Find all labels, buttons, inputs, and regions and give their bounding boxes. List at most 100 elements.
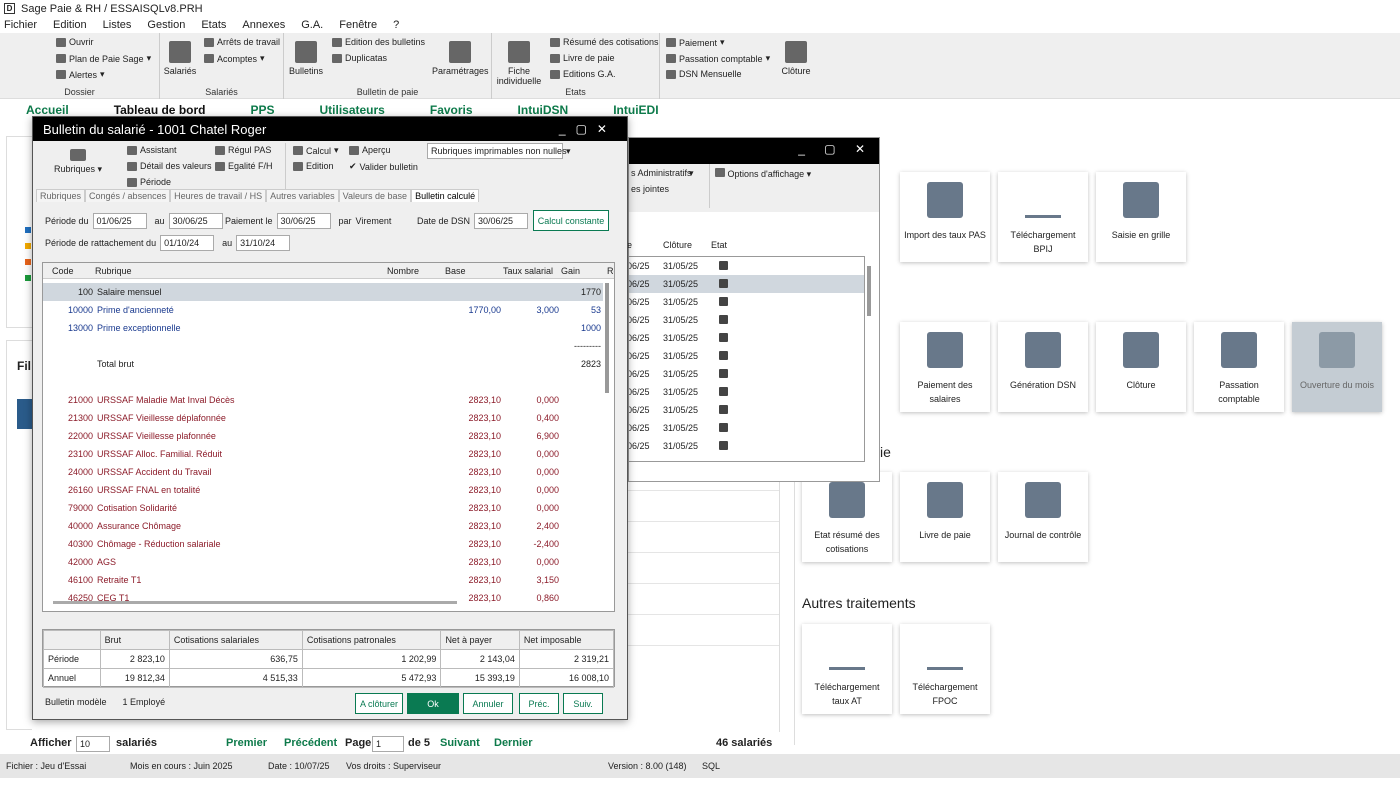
duplicatas-button[interactable]: Duplicatas — [332, 53, 387, 63]
bulletins-button[interactable]: Bulletins — [286, 41, 326, 76]
regul-pas-button[interactable]: Régul PAS — [215, 145, 271, 155]
edition-button[interactable]: Edition — [293, 161, 334, 171]
menu-ga[interactable]: G.A. — [301, 19, 323, 31]
table-row[interactable]: 46100 Retraite T1 2823,10 3,150 — [43, 571, 603, 589]
tab-valeurs-base[interactable]: Valeurs de base — [338, 189, 412, 202]
table-row[interactable]: 26160 URSSAF FNAL en totalité 2823,10 0,000 — [43, 481, 603, 499]
dernier-link[interactable]: Dernier — [494, 737, 533, 749]
table-row[interactable]: 40300 Chômage - Réduction salariale 2823,1… — [43, 535, 603, 553]
tab-autres-variables[interactable]: Autres variables — [266, 189, 339, 202]
print-icon[interactable] — [719, 351, 728, 360]
nav-pps[interactable]: PPS — [250, 103, 274, 117]
bgwin-scrollbar[interactable] — [867, 266, 871, 316]
table-row[interactable]: 13000 Prime exceptionnelle 1000 — [43, 319, 603, 337]
acomptes-button[interactable]: Acomptes ▾ — [204, 53, 265, 64]
tile-etat-resume-cotisations[interactable]: Etat résumé des cotisations — [802, 472, 892, 562]
table-row[interactable]: 100 Salaire mensuel 1770 — [43, 283, 603, 301]
table-row[interactable]: 06/25 31/05/25 — [629, 365, 864, 383]
table-row[interactable]: 06/25 31/05/25 — [629, 437, 864, 455]
menu-fichier[interactable]: Fichier — [4, 19, 37, 31]
menu-edition[interactable]: Edition — [53, 19, 87, 31]
calcul-button[interactable]: Calcul ▾ — [293, 145, 339, 156]
table-row[interactable]: Total brut 2823 — [43, 355, 603, 373]
editions-ga-button[interactable]: Editions G.A. — [550, 69, 616, 79]
nav-intuiedi[interactable]: IntuiEDI — [613, 103, 658, 117]
table-row[interactable]: 06/25 31/05/25 — [629, 293, 864, 311]
menu-help[interactable]: ? — [393, 19, 399, 31]
nav-intuidsn[interactable]: IntuiDSN — [518, 103, 569, 117]
print-icon[interactable] — [719, 369, 728, 378]
tile-telechargement-bpij[interactable]: Téléchargement BPIJ — [998, 172, 1088, 262]
plan-paie-button[interactable]: Plan de Paie Sage ▾ — [56, 53, 151, 64]
menu-gestion[interactable]: Gestion — [147, 19, 185, 31]
premier-link[interactable]: Premier — [226, 737, 267, 749]
page-size-select[interactable]: 10 — [76, 736, 110, 752]
table-row[interactable]: --------- — [43, 337, 603, 355]
precedent-link[interactable]: Précédent — [284, 737, 337, 749]
calcul-constante-button[interactable]: Calcul constante — [533, 210, 609, 231]
table-row[interactable]: 06/25 31/05/25 — [629, 383, 864, 401]
assistant-button[interactable]: Assistant — [127, 145, 177, 155]
tile-telechargement-fpoc[interactable]: Téléchargement FPOC — [900, 624, 990, 714]
table-row[interactable]: 79000 Cotisation Solidarité 2823,10 0,000 — [43, 499, 603, 517]
table-row[interactable]: 06/25 31/05/25 — [629, 275, 864, 293]
paiement-button[interactable]: Paiement ▾ — [666, 37, 725, 48]
print-icon[interactable] — [719, 441, 728, 450]
suiv-button[interactable]: Suiv. — [563, 693, 603, 714]
menu-fenetre[interactable]: Fenêtre — [339, 19, 377, 31]
print-icon[interactable] — [719, 297, 728, 306]
parametrages-button[interactable]: Paramétrages — [432, 41, 489, 76]
a-cloturer-button[interactable]: A clôturer — [355, 693, 403, 714]
ouvrir-button[interactable]: Ouvrir — [56, 37, 94, 47]
tile-ouverture-mois[interactable]: Ouverture du mois — [1292, 322, 1382, 412]
apercu-button[interactable]: Aperçu — [349, 145, 391, 155]
table-row[interactable]: 23100 URSSAF Alloc. Familial. Réduit 2823,… — [43, 445, 603, 463]
tile-cloture[interactable]: Clôture — [1096, 322, 1186, 412]
periode-du-input[interactable]: 01/06/25 — [92, 213, 147, 229]
tile-paiement-salaires[interactable]: Paiement des salaires — [900, 322, 990, 412]
annuler-button[interactable]: Annuler — [463, 693, 513, 714]
print-icon[interactable] — [719, 423, 728, 432]
cloture-ribbon-button[interactable]: Clôture — [778, 41, 814, 76]
bgwin-pieces-jointes[interactable]: es jointes — [631, 184, 669, 194]
tab-bulletin-calcule[interactable]: Bulletin calculé — [411, 189, 480, 202]
table-row[interactable]: 21000 URSSAF Maladie Mat Inval Décès 2823,… — [43, 391, 603, 409]
options-affichage-button[interactable]: Options d'affichage ▾ — [715, 168, 811, 180]
tile-passation-comptable[interactable]: Passation comptable — [1194, 322, 1284, 412]
tile-generation-dsn[interactable]: Génération DSN — [998, 322, 1088, 412]
grid-h-scrollbar[interactable] — [53, 601, 457, 604]
dsn-mensuelle-button[interactable]: DSN Mensuelle — [666, 69, 742, 79]
ratt-du-input[interactable]: 01/10/24 — [160, 235, 215, 251]
edition-bulletins-button[interactable]: Edition des bulletins — [332, 37, 425, 47]
prec-button[interactable]: Préc. — [519, 693, 559, 714]
passation-comptable-button[interactable]: Passation comptable ▾ — [666, 53, 770, 64]
par-value[interactable]: Virement — [356, 216, 392, 226]
egalite-fh-button[interactable]: Egalité F/H — [215, 161, 273, 171]
bulletin-window-controls[interactable]: _▢✕ — [559, 122, 617, 136]
print-icon[interactable] — [719, 405, 728, 414]
nav-utilisateurs[interactable]: Utilisateurs — [320, 103, 385, 117]
arrets-travail-button[interactable]: Arrêts de travail — [204, 37, 280, 47]
tile-livre-paie[interactable]: Livre de paie — [900, 472, 990, 562]
salaries-button[interactable]: Salariés — [162, 41, 198, 76]
table-row[interactable]: 40000 Assurance Chômage 2823,10 2,400 — [43, 517, 603, 535]
table-row[interactable]: 06/25 31/05/25 — [629, 401, 864, 419]
table-row[interactable]: 06/25 31/05/25 — [629, 419, 864, 437]
tab-heures[interactable]: Heures de travail / HS — [170, 189, 267, 202]
table-row[interactable]: 10000 Prime d'ancienneté 1770,00 3,000 53 — [43, 301, 603, 319]
periode-au-input[interactable]: 30/06/25 — [168, 213, 223, 229]
tile-import-taux-pas[interactable]: Import des taux PAS — [900, 172, 990, 262]
dsn-input[interactable]: 30/06/25 — [474, 213, 529, 229]
detail-valeurs-button[interactable]: Détail des valeurs — [127, 161, 212, 171]
tab-conges[interactable]: Congés / absences — [85, 189, 171, 202]
table-row[interactable]: 22000 URSSAF Vieillesse plafonnée 2823,10 6… — [43, 427, 603, 445]
bulletin-modele-value[interactable]: 1 Employé — [123, 697, 166, 707]
print-icon[interactable] — [719, 387, 728, 396]
rubriques-filter-select[interactable]: Rubriques imprimables non nulles ▾ — [427, 143, 571, 159]
grid-scrollbar[interactable] — [605, 283, 609, 393]
alertes-button[interactable]: Alertes ▾ — [56, 69, 105, 80]
livre-paie-button[interactable]: Livre de paie — [550, 53, 615, 63]
menu-listes[interactable]: Listes — [103, 19, 132, 31]
tab-rubriques[interactable]: Rubriques — [36, 189, 86, 202]
suivant-link[interactable]: Suivant — [440, 737, 480, 749]
